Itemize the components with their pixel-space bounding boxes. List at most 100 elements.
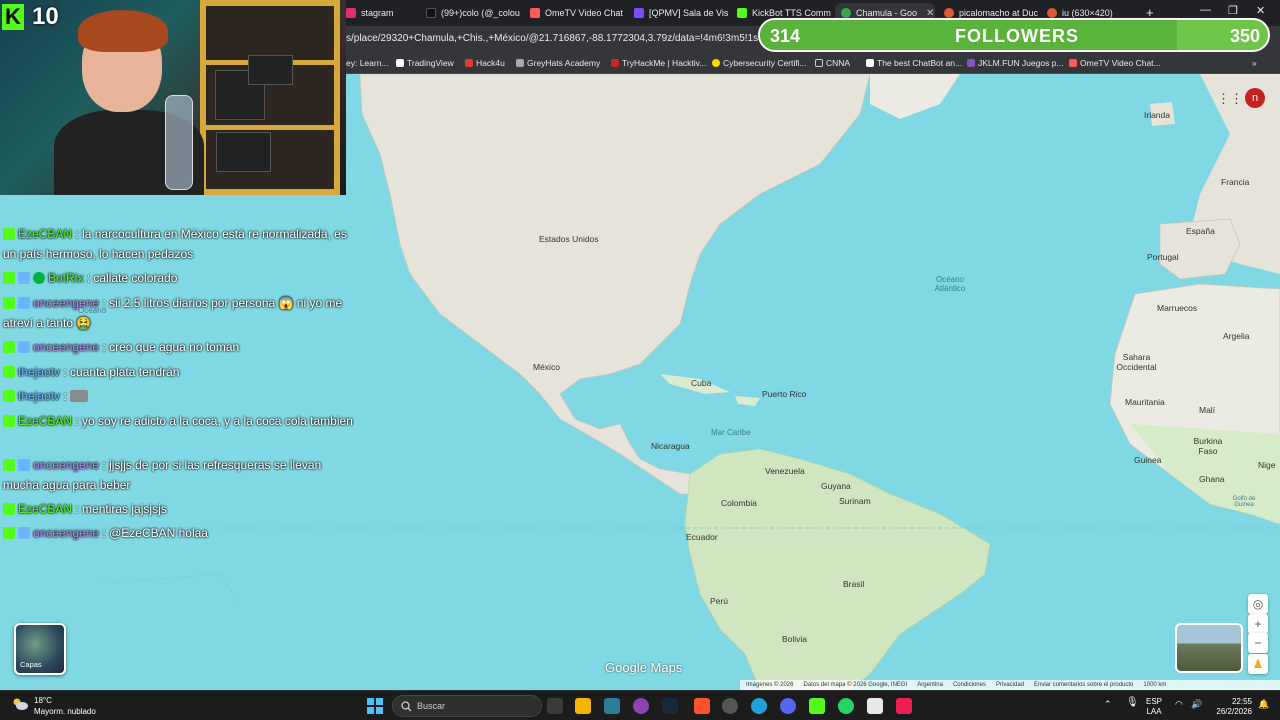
bookmark-item[interactable]: TradingView xyxy=(396,58,454,68)
chat-text: : @EzeCBAN holaa xyxy=(102,526,208,540)
bookmark-item[interactable]: Cybersecurity Certifi... xyxy=(712,58,807,68)
bookmark-label: Hack4u xyxy=(476,58,505,68)
kick-icon[interactable] xyxy=(809,698,825,714)
clock-time: 22:55 xyxy=(1231,697,1252,706)
taskbar-search[interactable]: Buscar xyxy=(392,695,542,717)
bookmark-folder[interactable]: CNNA xyxy=(815,58,850,68)
label-sahara: Sahara Occidental xyxy=(1116,352,1157,372)
label-guyana: Guyana xyxy=(821,481,851,491)
kick-badge-icon xyxy=(3,297,15,309)
bookmark-label: CNNA xyxy=(826,58,851,68)
close-tab-icon[interactable]: ✕ xyxy=(926,8,934,19)
zoom-out-button[interactable]: − xyxy=(1248,633,1268,653)
kick-badge-icon xyxy=(3,228,15,240)
notifications-icon[interactable]: 🔔 xyxy=(1258,699,1269,709)
bookmark-item[interactable]: TryHackMe | Hacktiv... xyxy=(611,58,706,68)
tiktok-icon[interactable] xyxy=(896,698,912,714)
label-mali: Malí xyxy=(1199,405,1216,415)
chat-message: EzeCBAN : mentiras jajsjsjs xyxy=(3,499,353,519)
street-view-thumbnail[interactable] xyxy=(1175,623,1243,673)
label-cuba: Cuba xyxy=(691,378,712,388)
app-icon[interactable] xyxy=(722,698,738,714)
whatsapp-icon[interactable] xyxy=(838,698,854,714)
file-explorer-icon[interactable] xyxy=(575,698,591,714)
weather-widget[interactable]: 18°C Mayorm. nublado xyxy=(12,695,96,717)
app-icon[interactable] xyxy=(867,698,883,714)
bookmark-label: The best ChatBot an... xyxy=(877,58,963,68)
chat-message: BotRix : callate colorado xyxy=(3,268,353,288)
minimize-icon[interactable]: — xyxy=(1200,4,1211,16)
brave-icon[interactable] xyxy=(694,698,710,714)
greyhats-icon xyxy=(516,59,524,67)
browser-tab[interactable]: OmeTV Video Chat xyxy=(524,3,624,23)
label-golfo-guinea: Golfo de Guinea xyxy=(1232,496,1256,508)
language-indicator[interactable]: ESP LAA xyxy=(1146,697,1162,717)
browser-tab[interactable]: stagram xyxy=(340,3,418,23)
clock-date: 26/2/2026 xyxy=(1216,707,1252,716)
kick-badge-icon xyxy=(3,503,15,515)
google-apps-icon[interactable]: ⋮⋮ xyxy=(1217,91,1243,106)
attribution-terms-link[interactable]: Condiciones xyxy=(953,682,986,688)
label-nicaragua: Nicaragua xyxy=(651,441,690,451)
bookmark-item[interactable]: GreyHats Academy xyxy=(516,58,600,68)
app-icon[interactable] xyxy=(633,698,649,714)
browser-tab[interactable]: [QPMV] Sala de Vis xyxy=(628,3,728,23)
follower-goal-bar: 314 FOLLOWERS 350 xyxy=(758,18,1270,52)
chat-username: onceengene xyxy=(33,526,100,540)
emote-icon xyxy=(70,390,89,402)
chat-message: onceengene : sii 2.5 litros diarios por … xyxy=(3,293,353,333)
browser-tab[interactable]: (99+)colo (@_colou xyxy=(420,3,520,23)
shelf-divider xyxy=(200,125,340,130)
kick-logo-icon: K xyxy=(2,4,24,30)
bookmarks-overflow-button[interactable]: » xyxy=(1252,58,1257,68)
steam-icon[interactable] xyxy=(662,698,678,714)
clock[interactable]: 22:55 26/2/2026 xyxy=(1210,697,1252,717)
attribution-feedback-link[interactable]: Enviar comentarios sobre el producto xyxy=(1034,682,1133,688)
pegman-icon[interactable]: ♟ xyxy=(1248,654,1268,674)
zoom-in-button[interactable]: + xyxy=(1248,614,1268,634)
layers-button[interactable]: Capas xyxy=(14,623,66,675)
label-mexico: México xyxy=(533,362,560,372)
url-text[interactable]: s/place/29320+Chamula,+Chis.,+México/@21… xyxy=(346,33,791,44)
vscode-icon[interactable] xyxy=(604,698,620,714)
bookmark-item[interactable]: JKLM.FUN Juegos p... xyxy=(967,58,1064,68)
microphone-icon[interactable]: 🎙 xyxy=(1126,698,1139,708)
bookmark-item[interactable]: The best ChatBot an... xyxy=(866,58,962,68)
bookmark-item[interactable]: Hack4u xyxy=(465,58,505,68)
attribution-region[interactable]: Argentina xyxy=(917,682,943,688)
chat-username: BotRix xyxy=(48,271,84,285)
label-argelia: Argelia xyxy=(1223,331,1250,341)
attribution-privacy-link[interactable]: Privacidad xyxy=(996,682,1024,688)
label-nige: Nige xyxy=(1258,460,1276,470)
language-code: ESP xyxy=(1146,697,1163,706)
label-ecuador: Ecuador xyxy=(686,532,718,542)
layers-label: Capas xyxy=(20,660,42,669)
tab-favicon-icon xyxy=(737,8,747,18)
telegram-icon[interactable] xyxy=(751,698,767,714)
wifi-icon[interactable]: ◠ xyxy=(1175,699,1183,709)
discord-icon[interactable] xyxy=(780,698,796,714)
subscriber-badge-icon xyxy=(18,527,30,539)
task-view-icon[interactable] xyxy=(547,698,563,714)
windows-start-icon[interactable] xyxy=(367,698,383,714)
water-bottle xyxy=(165,95,193,190)
kick-badge-icon xyxy=(3,459,15,471)
chat-username: onceengene xyxy=(33,458,100,472)
bookmark-item[interactable]: ey: Learn... xyxy=(346,58,389,68)
bookmark-item[interactable]: OmeTV Video Chat... xyxy=(1069,58,1161,68)
tradingview-icon xyxy=(396,59,404,67)
chat-text: : xyxy=(63,389,67,403)
tray-overflow-icon[interactable]: ⌃ xyxy=(1104,699,1112,709)
map-scale[interactable]: 1000 km xyxy=(1143,682,1166,688)
kick-badge-icon xyxy=(3,366,15,378)
viewer-count: 10 xyxy=(32,3,59,30)
maximize-icon[interactable]: ❐ xyxy=(1228,4,1238,17)
my-location-icon[interactable]: ◎ xyxy=(1248,594,1268,614)
close-window-icon[interactable]: ✕ xyxy=(1256,4,1265,17)
account-avatar[interactable]: n xyxy=(1245,88,1265,108)
chat-message: onceengene : @EzeCBAN holaa xyxy=(3,523,353,543)
volume-icon[interactable]: 🔊 xyxy=(1191,699,1202,709)
label-estados-unidos: Estados Unidos xyxy=(539,234,599,244)
label-guinea: Guinea xyxy=(1134,455,1162,465)
attribution-data: Datos del mapa © 2026 Google, INEGI xyxy=(803,682,908,688)
